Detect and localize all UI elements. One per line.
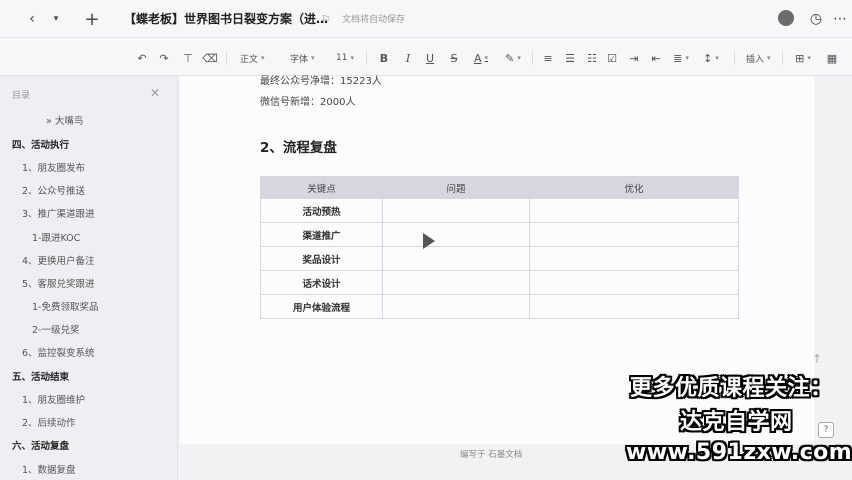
- table-cell[interactable]: [529, 294, 739, 319]
- insert-menu[interactable]: 插入: [746, 50, 771, 66]
- toc-item[interactable]: 2、后续动作: [22, 415, 76, 429]
- table-row: 话术设计: [260, 270, 739, 295]
- font-select[interactable]: 字体: [290, 50, 315, 66]
- history-icon[interactable]: ◷: [806, 9, 826, 29]
- table-cell[interactable]: [529, 198, 739, 223]
- table-cell[interactable]: [382, 270, 530, 295]
- table-cell[interactable]: 奖品设计: [260, 246, 383, 271]
- toc-item[interactable]: 4、更换用户备注: [22, 253, 95, 267]
- chevron-left-icon[interactable]: ‹: [22, 9, 42, 29]
- table-cell[interactable]: [382, 294, 530, 319]
- watermark-line: www.591zxw.com: [626, 440, 852, 465]
- toc-heading: 目录: [12, 91, 31, 101]
- table-cell[interactable]: [529, 222, 739, 247]
- table-cell[interactable]: [382, 246, 530, 271]
- play-icon[interactable]: [423, 233, 435, 249]
- eraser-icon[interactable]: ⌫: [202, 50, 218, 66]
- toc-item[interactable]: 1-免费领取奖品: [32, 299, 98, 313]
- toc-item[interactable]: » 大嘴鸟: [46, 113, 83, 127]
- help-icon[interactable]: ?: [818, 422, 834, 438]
- close-icon[interactable]: ✕: [150, 86, 160, 100]
- watermark-line: 达克自学网: [680, 410, 793, 435]
- toc-item[interactable]: 3、推广渠道跟进: [22, 206, 95, 220]
- paragraph[interactable]: 最终公众号净增：15223人: [260, 72, 382, 87]
- style-select[interactable]: 正文: [240, 50, 265, 66]
- toc-item[interactable]: 2、公众号推送: [22, 183, 85, 197]
- watermark-line: 更多优质课程关注：: [630, 376, 833, 401]
- bookmark-icon[interactable]: ⚐: [316, 9, 336, 29]
- strikethrough-icon[interactable]: S: [446, 50, 462, 66]
- avatar[interactable]: [778, 10, 794, 26]
- table-row: 活动预热: [260, 198, 739, 223]
- bullet-list-icon[interactable]: ☷: [584, 50, 600, 66]
- redo-icon[interactable]: ↷: [156, 50, 172, 66]
- line-height-icon[interactable]: ↕: [700, 50, 722, 66]
- footer-note: 编写于 石墨文档: [460, 450, 523, 460]
- toc-item[interactable]: 五、活动结束: [12, 369, 69, 383]
- section-heading[interactable]: 2、流程复盘: [260, 136, 337, 156]
- table-cell[interactable]: [529, 246, 739, 271]
- document-title[interactable]: 【蝶老板】世界图书日裂变方案（进…: [124, 10, 328, 27]
- table-cell[interactable]: 活动预热: [260, 198, 383, 223]
- arrow-up-icon[interactable]: ↑: [812, 352, 822, 366]
- more-icon[interactable]: ⋯: [830, 9, 850, 29]
- indent-icon[interactable]: ⇥: [626, 50, 642, 66]
- toc-item[interactable]: 六、活动复盘: [12, 438, 69, 452]
- title-bar: ‹ ▾ + 【蝶老板】世界图书日裂变方案（进… ⚐ 文档将自动保存 ◷ ⋯: [0, 0, 852, 38]
- toc-item[interactable]: 1、数据复盘: [22, 462, 76, 476]
- undo-icon[interactable]: ↶: [134, 50, 150, 66]
- ordered-list-icon[interactable]: ☰: [562, 50, 578, 66]
- align-icon[interactable]: ≣: [670, 50, 692, 66]
- table-row: 用户体验流程: [260, 294, 739, 319]
- size-select[interactable]: 11: [336, 50, 354, 66]
- table-header[interactable]: 关键点: [260, 176, 383, 199]
- table-header[interactable]: 优化: [529, 176, 739, 199]
- font-color-icon[interactable]: A: [470, 50, 492, 66]
- table-cell[interactable]: [382, 198, 530, 223]
- table-row: 奖品设计: [260, 246, 739, 271]
- review-table[interactable]: 关键点 问题 优化 活动预热 渠道推广 奖品设计 话术设计 用户体验流程: [260, 176, 739, 319]
- table-icon[interactable]: ⊞: [792, 50, 814, 66]
- toc-item[interactable]: 1、朋友圈发布: [22, 160, 85, 174]
- table-header[interactable]: 问题: [382, 176, 530, 199]
- italic-icon[interactable]: I: [400, 50, 416, 66]
- chevron-down-icon[interactable]: ▾: [46, 9, 66, 29]
- format-painter-icon[interactable]: ⊤: [180, 50, 196, 66]
- format-toolbar: ↶ ↷ ⊤ ⌫ 正文 字体 11 B I U S A ✎ ≡ ☰ ☷ ☑ ⇥ ⇤…: [0, 38, 852, 76]
- table-cell[interactable]: [529, 270, 739, 295]
- bold-icon[interactable]: B: [376, 50, 392, 66]
- paragraph[interactable]: 微信号新增：2000人: [260, 93, 355, 108]
- table-cell[interactable]: 用户体验流程: [260, 294, 383, 319]
- grid-icon[interactable]: ▦: [824, 50, 840, 66]
- toc-item[interactable]: 1-跟进KOC: [32, 230, 80, 244]
- table-row: 渠道推广: [260, 222, 739, 247]
- checklist-icon[interactable]: ☑: [604, 50, 620, 66]
- toc-item[interactable]: 6、监控裂变系统: [22, 345, 95, 359]
- save-status: 文档将自动保存: [342, 15, 406, 25]
- underline-icon[interactable]: U: [422, 50, 438, 66]
- table-cell[interactable]: 话术设计: [260, 270, 383, 295]
- highlight-icon[interactable]: ✎: [502, 50, 524, 66]
- heading-icon[interactable]: ≡: [540, 50, 556, 66]
- outdent-icon[interactable]: ⇤: [648, 50, 664, 66]
- toc-item[interactable]: 2-一级兑奖: [32, 322, 79, 336]
- plus-icon[interactable]: +: [82, 9, 102, 30]
- table-cell[interactable]: [382, 222, 530, 247]
- toc-item[interactable]: 1、朋友圈维护: [22, 392, 85, 406]
- toc-sidebar: 目录 ✕ » 大嘴鸟 四、活动执行 1、朋友圈发布 2、公众号推送 3、推广渠道…: [0, 76, 178, 480]
- toc-item[interactable]: 5、客服兑奖跟进: [22, 276, 95, 290]
- table-cell[interactable]: 渠道推广: [260, 222, 383, 247]
- toc-item[interactable]: 四、活动执行: [12, 137, 69, 151]
